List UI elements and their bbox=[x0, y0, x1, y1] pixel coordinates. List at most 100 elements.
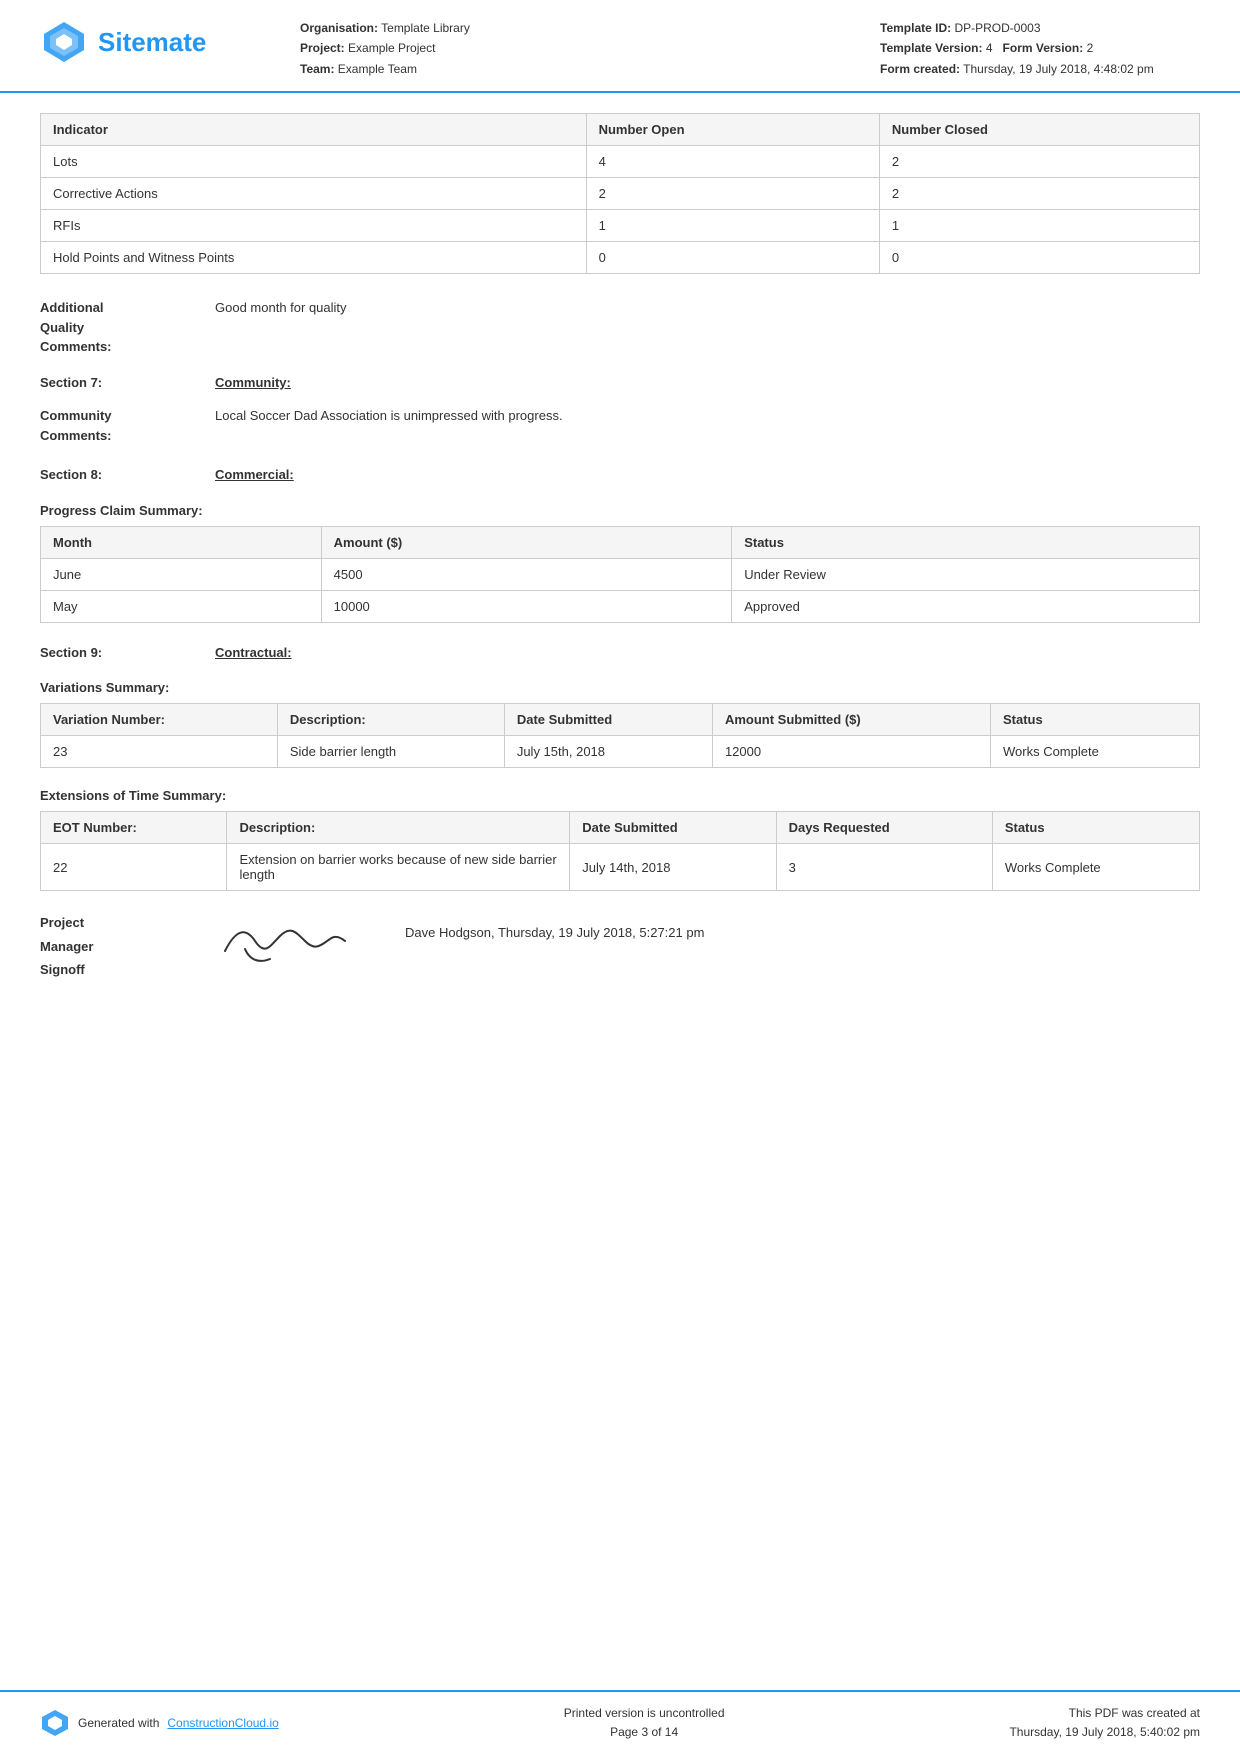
footer-center: Printed version is uncontrolled Page 3 o… bbox=[564, 1704, 725, 1742]
progress-col-status: Status bbox=[732, 526, 1200, 558]
table-row: June 4500 Under Review bbox=[41, 558, 1200, 590]
community-comments-label: CommunityComments: bbox=[40, 406, 215, 445]
template-id-value: DP-PROD-0003 bbox=[954, 21, 1040, 35]
eot-table: EOT Number: Description: Date Submitted … bbox=[40, 811, 1200, 891]
indicator-closed: 1 bbox=[879, 210, 1199, 242]
indicator-name: Hold Points and Witness Points bbox=[41, 242, 587, 274]
eot-status: Works Complete bbox=[992, 844, 1199, 891]
footer-link[interactable]: ConstructionCloud.io bbox=[167, 1716, 278, 1730]
template-id-label: Template ID: bbox=[880, 21, 951, 35]
main-content: Indicator Number Open Number Closed Lots… bbox=[0, 93, 1240, 1345]
indicator-closed: 0 bbox=[879, 242, 1199, 274]
indicator-name: Lots bbox=[41, 146, 587, 178]
community-comments-value: Local Soccer Dad Association is unimpres… bbox=[215, 406, 1200, 426]
indicator-name: RFIs bbox=[41, 210, 587, 242]
progress-amount: 4500 bbox=[321, 558, 732, 590]
additional-quality-label: AdditionalQualityComments: bbox=[40, 298, 215, 357]
indicator-closed: 2 bbox=[879, 178, 1199, 210]
indicator-table: Indicator Number Open Number Closed Lots… bbox=[40, 113, 1200, 274]
eot-title: Extensions of Time Summary: bbox=[40, 788, 1200, 803]
variations-title: Variations Summary: bbox=[40, 680, 1200, 695]
logo-text: Sitemate bbox=[98, 27, 206, 58]
section7-row: Section 7: Community: bbox=[40, 373, 1200, 393]
sitemate-logo-icon bbox=[40, 18, 88, 66]
indicator-open: 2 bbox=[586, 178, 879, 210]
section7-label: Section 7: bbox=[40, 373, 215, 393]
project-value: Example Project bbox=[348, 41, 435, 55]
indicator-name: Corrective Actions bbox=[41, 178, 587, 210]
eot-col-status: Status bbox=[992, 812, 1199, 844]
eot-col-description: Description: bbox=[227, 812, 570, 844]
page-header: Sitemate Organisation: Template Library … bbox=[0, 0, 1240, 93]
variation-number: 23 bbox=[41, 736, 278, 768]
progress-claim-table: Month Amount ($) Status June 4500 Under … bbox=[40, 526, 1200, 623]
section8-row: Section 8: Commercial: bbox=[40, 465, 1200, 485]
section8-label: Section 8: bbox=[40, 465, 215, 485]
var-col-number: Variation Number: bbox=[41, 704, 278, 736]
col-indicator: Indicator bbox=[41, 114, 587, 146]
section9-row: Section 9: Contractual: bbox=[40, 643, 1200, 663]
footer-logo-icon bbox=[40, 1708, 70, 1738]
form-created-value: Thursday, 19 July 2018, 4:48:02 pm bbox=[963, 62, 1154, 76]
progress-month: May bbox=[41, 590, 322, 622]
col-number-closed: Number Closed bbox=[879, 114, 1199, 146]
progress-col-month: Month bbox=[41, 526, 322, 558]
section9-label: Section 9: bbox=[40, 643, 215, 663]
additional-quality-value: Good month for quality bbox=[215, 298, 1200, 318]
table-row: May 10000 Approved bbox=[41, 590, 1200, 622]
var-col-status: Status bbox=[990, 704, 1199, 736]
table-row: Lots 4 2 bbox=[41, 146, 1200, 178]
variation-date: July 15th, 2018 bbox=[504, 736, 712, 768]
template-version-label: Template Version: bbox=[880, 41, 982, 55]
variation-status: Works Complete bbox=[990, 736, 1199, 768]
org-value: Template Library bbox=[381, 21, 470, 35]
community-comments-row: CommunityComments: Local Soccer Dad Asso… bbox=[40, 406, 1200, 445]
progress-month: June bbox=[41, 558, 322, 590]
eot-date: July 14th, 2018 bbox=[570, 844, 776, 891]
variations-table: Variation Number: Description: Date Subm… bbox=[40, 703, 1200, 768]
form-version-value: 2 bbox=[1087, 41, 1094, 55]
var-col-amount: Amount Submitted ($) bbox=[712, 704, 990, 736]
footer-right: This PDF was created at Thursday, 19 Jul… bbox=[1009, 1704, 1200, 1742]
eot-days: 3 bbox=[776, 844, 992, 891]
variation-description: Side barrier length bbox=[277, 736, 504, 768]
eot-col-days: Days Requested bbox=[776, 812, 992, 844]
header-meta: Organisation: Template Library Project: … bbox=[260, 18, 880, 79]
logo-area: Sitemate bbox=[40, 18, 260, 66]
org-label: Organisation: bbox=[300, 21, 378, 35]
team-value: Example Team bbox=[338, 62, 417, 76]
project-label: Project: bbox=[300, 41, 345, 55]
footer-left: Generated with ConstructionCloud.io bbox=[40, 1708, 279, 1738]
footer-generated-text: Generated with bbox=[78, 1716, 159, 1730]
footer-pdf-created-date: Thursday, 19 July 2018, 5:40:02 pm bbox=[1009, 1723, 1200, 1742]
additional-quality-row: AdditionalQualityComments: Good month fo… bbox=[40, 298, 1200, 357]
table-row: 23 Side barrier length July 15th, 2018 1… bbox=[41, 736, 1200, 768]
signature-svg bbox=[215, 911, 355, 971]
progress-col-amount: Amount ($) bbox=[321, 526, 732, 558]
progress-status: Under Review bbox=[732, 558, 1200, 590]
signoff-signature bbox=[215, 911, 375, 974]
col-number-open: Number Open bbox=[586, 114, 879, 146]
section8-value: Commercial: bbox=[215, 465, 1200, 485]
progress-status: Approved bbox=[732, 590, 1200, 622]
footer-uncontrolled: Printed version is uncontrolled bbox=[564, 1704, 725, 1723]
eot-description: Extension on barrier works because of ne… bbox=[227, 844, 570, 891]
template-version-value: 4 bbox=[986, 41, 993, 55]
signoff-info: Dave Hodgson, Thursday, 19 July 2018, 5:… bbox=[405, 911, 704, 944]
progress-claim-title: Progress Claim Summary: bbox=[40, 503, 1200, 518]
var-col-description: Description: bbox=[277, 704, 504, 736]
section7-value: Community: bbox=[215, 373, 1200, 393]
table-row: Corrective Actions 2 2 bbox=[41, 178, 1200, 210]
footer-pdf-created-label: This PDF was created at bbox=[1009, 1704, 1200, 1723]
footer-page-number: Page 3 of 14 bbox=[564, 1723, 725, 1742]
eot-number: 22 bbox=[41, 844, 227, 891]
signoff-row: Project Manager Signoff Dave Hodgson, Th… bbox=[40, 911, 1200, 981]
eot-col-number: EOT Number: bbox=[41, 812, 227, 844]
indicator-open: 4 bbox=[586, 146, 879, 178]
indicator-open: 0 bbox=[586, 242, 879, 274]
var-col-date: Date Submitted bbox=[504, 704, 712, 736]
form-created-label: Form created: bbox=[880, 62, 960, 76]
progress-amount: 10000 bbox=[321, 590, 732, 622]
signoff-label: Project Manager Signoff bbox=[40, 911, 215, 981]
variation-amount: 12000 bbox=[712, 736, 990, 768]
